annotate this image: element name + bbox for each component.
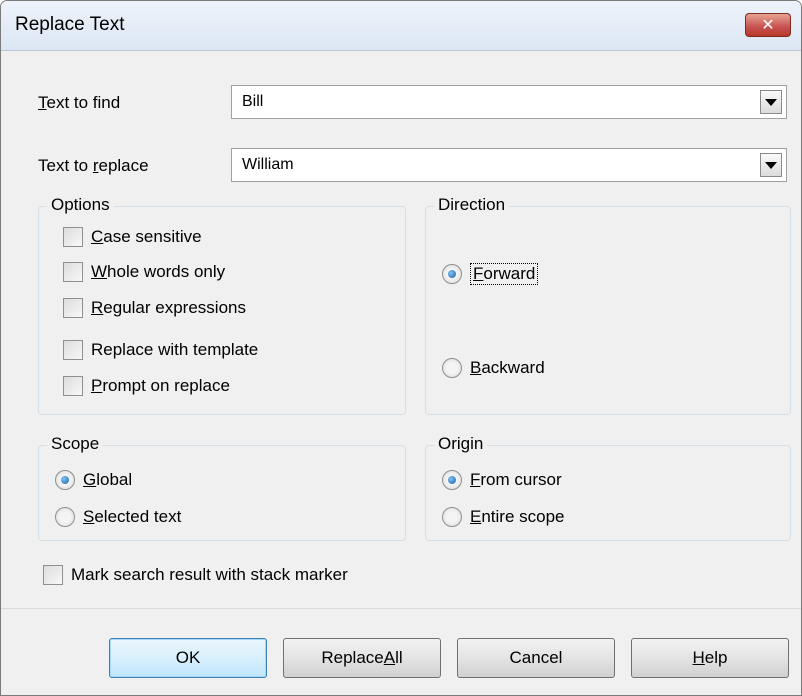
replace-all-button[interactable]: Replace All — [283, 638, 441, 678]
whole-words-only-checkbox[interactable]: Whole words only — [63, 262, 225, 282]
text-to-find-combobox[interactable]: Bill — [231, 85, 787, 119]
direction-group-title: Direction — [434, 195, 510, 215]
dialog-title: Replace Text — [15, 14, 125, 35]
text-to-replace-dropdown-button[interactable] — [760, 153, 782, 177]
radio-button[interactable] — [442, 358, 462, 378]
checkbox-box[interactable] — [43, 565, 63, 585]
global-radio[interactable]: Global — [55, 470, 132, 490]
text-to-find-dropdown-button[interactable] — [760, 90, 782, 114]
radio-button[interactable] — [442, 507, 462, 527]
chevron-down-icon — [765, 161, 777, 169]
mark-search-result-checkbox[interactable]: Mark search result with stack marker — [43, 565, 348, 585]
text-to-replace-value[interactable]: William — [242, 156, 294, 174]
forward-radio[interactable]: Forward — [442, 263, 539, 285]
replace-with-template-checkbox[interactable]: Replace with template — [63, 340, 258, 360]
cancel-button[interactable]: Cancel — [457, 638, 615, 678]
radio-button[interactable] — [442, 470, 462, 490]
help-button[interactable]: Help — [631, 638, 789, 678]
options-group-title: Options — [47, 195, 114, 215]
origin-group-title: Origin — [434, 434, 488, 454]
scope-group: Scope Global Selected text — [38, 434, 406, 541]
entire-scope-radio[interactable]: Entire scope — [442, 507, 565, 527]
regular-expressions-checkbox[interactable]: Regular expressions — [63, 298, 246, 318]
from-cursor-radio[interactable]: From cursor — [442, 470, 562, 490]
prompt-on-replace-checkbox[interactable]: Prompt on replace — [63, 376, 230, 396]
checkbox-box[interactable] — [63, 262, 83, 282]
title-bar: Replace Text ✕ — [1, 1, 801, 51]
replace-text-dialog: Replace Text ✕ Text to find Bill Text to… — [0, 0, 802, 696]
checkbox-box[interactable] — [63, 376, 83, 396]
ok-button[interactable]: OK — [109, 638, 267, 678]
radio-button[interactable] — [442, 264, 462, 284]
scope-group-title: Scope — [47, 434, 104, 454]
divider — [1, 608, 801, 609]
origin-group: Origin From cursor Entire scope — [425, 434, 791, 541]
checkbox-box[interactable] — [63, 298, 83, 318]
text-to-replace-label: Text to replace — [38, 156, 149, 175]
checkbox-box[interactable] — [63, 340, 83, 360]
checkbox-box[interactable] — [63, 227, 83, 247]
text-to-find-value[interactable]: Bill — [242, 93, 263, 111]
selected-text-radio[interactable]: Selected text — [55, 507, 181, 527]
radio-button[interactable] — [55, 470, 75, 490]
text-to-replace-combobox[interactable]: William — [231, 148, 787, 182]
direction-group: Direction Forward Backward — [425, 195, 791, 415]
backward-radio[interactable]: Backward — [442, 358, 545, 378]
case-sensitive-checkbox[interactable]: Case sensitive — [63, 227, 202, 247]
radio-button[interactable] — [55, 507, 75, 527]
options-group: Options Case sensitive Whole words only … — [38, 195, 406, 415]
close-button[interactable]: ✕ — [745, 13, 791, 37]
text-to-find-label: Text to find — [38, 93, 121, 112]
close-icon: ✕ — [761, 17, 775, 34]
chevron-down-icon — [765, 98, 777, 106]
